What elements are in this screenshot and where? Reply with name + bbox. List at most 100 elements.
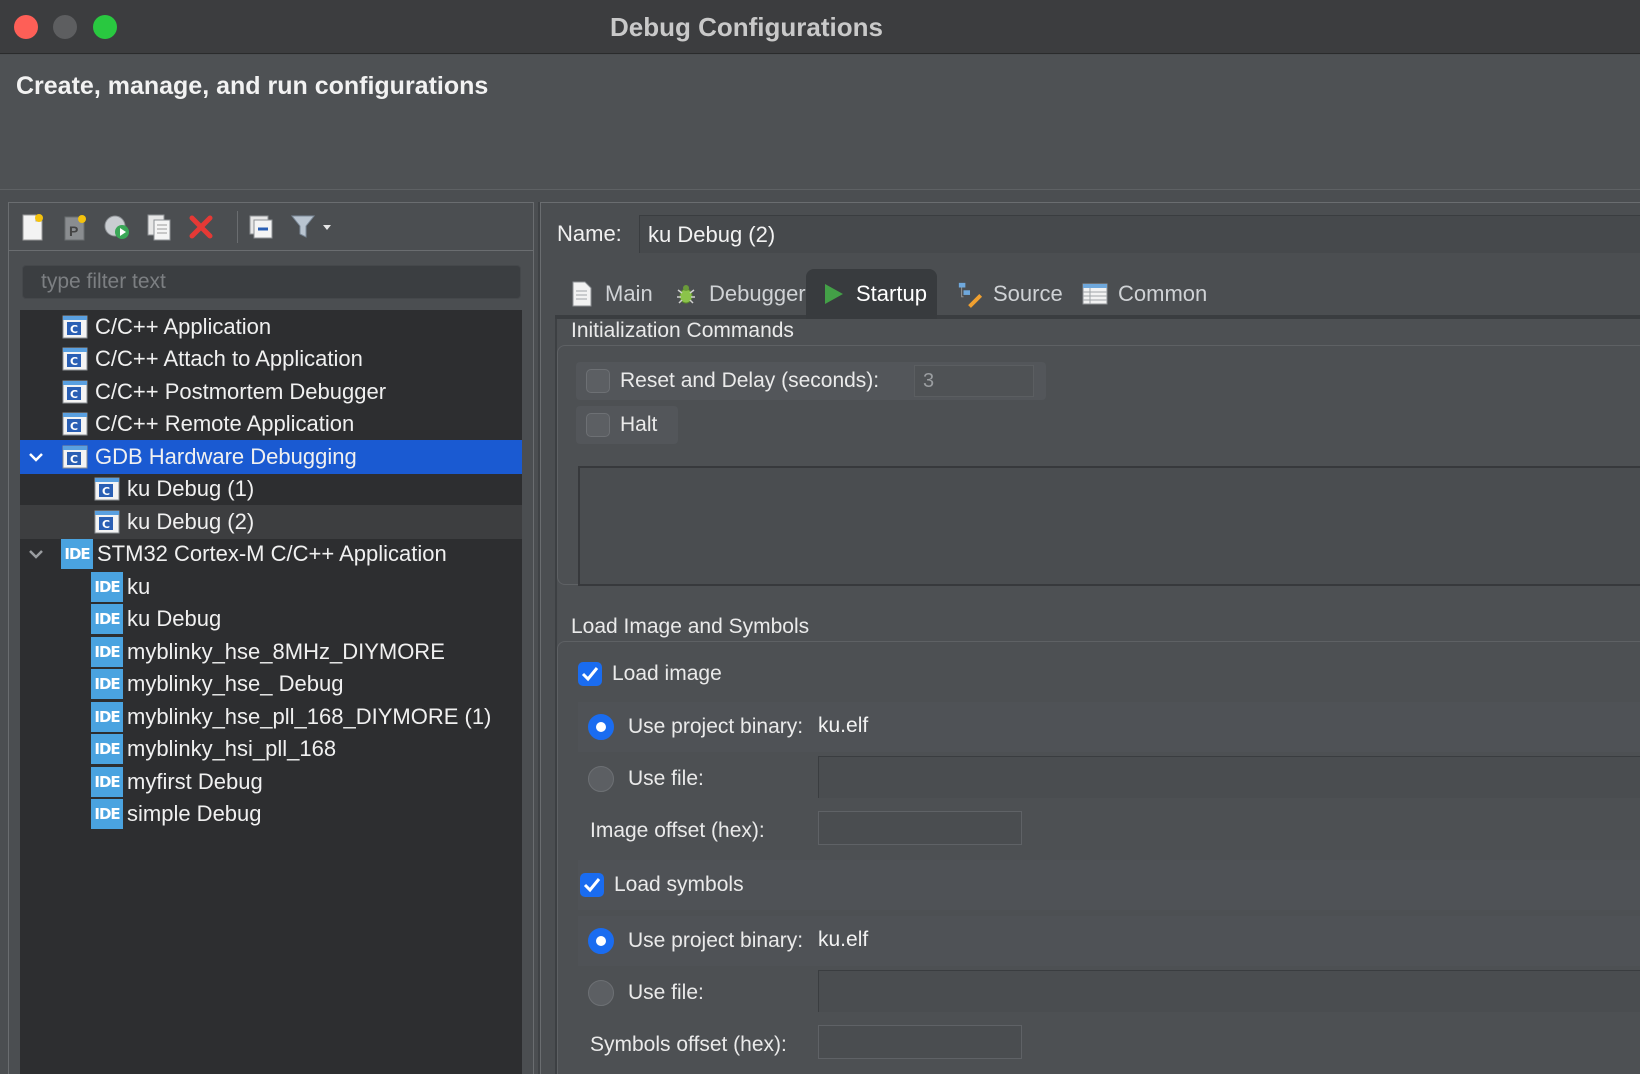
- load-image-checkbox[interactable]: [578, 662, 602, 686]
- tree-item-myblinky-hse-8mhz[interactable]: IDE myblinky_hse_8MHz_DIYMORE: [20, 635, 522, 669]
- tab-label: Debugger: [709, 281, 806, 306]
- ide-icon: IDE: [91, 799, 123, 829]
- tree-item-simple-debug[interactable]: IDE simple Debug: [20, 797, 522, 831]
- image-offset-row: Image offset (hex):: [578, 806, 1640, 856]
- tree-item-cpp-application[interactable]: C C/C++ Application: [20, 310, 522, 344]
- name-field[interactable]: ku Debug (2): [639, 215, 1640, 253]
- window-title: Debug Configurations: [610, 12, 883, 42]
- c-config-icon: C: [61, 313, 89, 341]
- image-file-field[interactable]: [818, 756, 1640, 798]
- ide-icon: IDE: [91, 767, 123, 797]
- configuration-list-panel: P type filter text C C/C++ Application C…: [8, 202, 534, 1074]
- init-commands-group: Reset and Delay (seconds): 3 Halt: [557, 345, 1640, 586]
- image-offset-field[interactable]: [818, 811, 1022, 845]
- c-config-icon: C: [61, 410, 89, 438]
- tree-item-label: myblinky_hse_pll_168_DIYMORE (1): [127, 704, 492, 729]
- symbols-project-binary-radio[interactable]: [588, 928, 614, 954]
- image-binary-value: ku.elf: [818, 714, 869, 737]
- configuration-toolbar: P: [9, 203, 533, 251]
- tab-common[interactable]: Common: [1068, 269, 1217, 319]
- c-config-icon: C: [93, 475, 121, 503]
- tree-item-label: C/C++ Postmortem Debugger: [95, 379, 387, 404]
- halt-checkbox[interactable]: [586, 413, 610, 437]
- halt-label: Halt: [620, 413, 658, 436]
- new-prototype-icon[interactable]: P: [59, 211, 91, 243]
- load-image-row: Load image: [558, 652, 1640, 696]
- tab-label: Main: [605, 281, 653, 306]
- tree-item-ku-debug[interactable]: IDE ku Debug: [20, 602, 522, 636]
- new-configuration-icon[interactable]: [17, 211, 49, 243]
- chevron-down-icon[interactable]: [28, 449, 44, 465]
- tree-item-ku-debug-1[interactable]: C ku Debug (1): [20, 472, 522, 506]
- tree-item-label: myfirst Debug: [127, 769, 263, 794]
- c-config-icon: C: [61, 378, 89, 406]
- delete-configuration-icon[interactable]: [185, 211, 217, 243]
- symbols-offset-label: Symbols offset (hex):: [590, 1033, 787, 1056]
- tree-item-label: ku Debug: [127, 606, 222, 631]
- svg-text:C: C: [70, 388, 78, 401]
- duplicate-configuration-icon[interactable]: [143, 211, 175, 243]
- play-icon: [820, 281, 846, 307]
- ide-icon: IDE: [61, 539, 93, 569]
- tree-item-label: C/C++ Application: [95, 314, 272, 339]
- image-offset-label: Image offset (hex):: [590, 819, 765, 842]
- collapse-all-icon[interactable]: [245, 211, 277, 243]
- tree-item-myblinky-hsi-pll-168[interactable]: IDE myblinky_hsi_pll_168: [20, 732, 522, 766]
- svg-text:C: C: [70, 420, 78, 433]
- symbols-offset-field[interactable]: [818, 1025, 1022, 1059]
- svg-text:C: C: [70, 453, 78, 466]
- ide-icon: IDE: [91, 669, 123, 699]
- table-icon: [1082, 281, 1108, 307]
- image-use-file-row: Use file:: [578, 754, 1640, 804]
- source-icon: [957, 281, 983, 308]
- tree-item-cpp-attach[interactable]: C C/C++ Attach to Application: [20, 342, 522, 376]
- tab-label: Common: [1118, 281, 1208, 306]
- tree-item-myblinky-hse-pll-168[interactable]: IDE myblinky_hse_pll_168_DIYMORE (1): [20, 700, 522, 734]
- filter-configurations-icon[interactable]: [287, 211, 337, 243]
- tab-debugger[interactable]: Debugger: [659, 269, 816, 319]
- symbols-file-field[interactable]: [818, 970, 1640, 1012]
- tree-item-label: GDB Hardware Debugging: [95, 444, 357, 469]
- title-bar: Debug Configurations: [0, 0, 1640, 54]
- tab-main[interactable]: Main: [555, 269, 663, 319]
- svg-text:C: C: [102, 518, 110, 531]
- tree-item-label: C/C++ Attach to Application: [95, 346, 363, 371]
- tree-item-ku[interactable]: IDE ku: [20, 570, 522, 604]
- tab-label: Source: [993, 281, 1063, 306]
- export-configuration-icon[interactable]: [101, 211, 133, 243]
- tree-item-cpp-remote[interactable]: C C/C++ Remote Application: [20, 407, 522, 441]
- c-config-icon: C: [61, 443, 89, 471]
- configuration-tree: C C/C++ Application C C/C++ Attach to Ap…: [20, 310, 522, 1074]
- tree-item-label: myblinky_hse_ Debug: [127, 671, 344, 696]
- ide-icon: IDE: [91, 572, 123, 602]
- tree-item-ku-debug-2[interactable]: C ku Debug (2): [20, 505, 522, 539]
- ide-icon: IDE: [91, 604, 123, 634]
- tree-item-myblinky-hse-debug[interactable]: IDE myblinky_hse_ Debug: [20, 667, 522, 701]
- tab-startup[interactable]: Startup: [806, 269, 937, 319]
- use-file-label: Use file:: [628, 767, 704, 790]
- symbols-use-file-row: Use file:: [578, 968, 1640, 1018]
- tree-item-label: C/C++ Remote Application: [95, 411, 355, 436]
- init-commands-textarea[interactable]: [578, 466, 1640, 586]
- image-project-binary-radio[interactable]: [588, 714, 614, 740]
- tree-item-gdb-hardware-debugging[interactable]: C GDB Hardware Debugging: [20, 440, 522, 474]
- tree-item-myfirst-debug[interactable]: IDE myfirst Debug: [20, 765, 522, 799]
- reset-delay-checkbox[interactable]: [586, 369, 610, 393]
- filter-input[interactable]: type filter text: [22, 265, 521, 299]
- svg-text:C: C: [102, 485, 110, 498]
- name-label: Name:: [557, 221, 622, 246]
- symbols-use-file-radio[interactable]: [588, 980, 614, 1006]
- load-symbols-checkbox[interactable]: [580, 873, 604, 897]
- use-file-label: Use file:: [628, 981, 704, 1004]
- tab-source[interactable]: Source: [943, 269, 1073, 319]
- tree-item-cpp-postmortem[interactable]: C C/C++ Postmortem Debugger: [20, 375, 522, 409]
- halt-row: Halt: [576, 406, 678, 444]
- tree-item-label: simple Debug: [127, 801, 262, 826]
- load-symbols-row: Load symbols: [578, 860, 1640, 910]
- ide-icon: IDE: [91, 637, 123, 667]
- image-use-file-radio[interactable]: [588, 766, 614, 792]
- load-image-label: Load image: [612, 662, 722, 685]
- tree-item-stm32-application[interactable]: IDE STM32 Cortex-M C/C++ Application: [20, 537, 522, 571]
- chevron-down-icon[interactable]: [28, 546, 44, 562]
- reset-delay-field[interactable]: 3: [914, 365, 1034, 397]
